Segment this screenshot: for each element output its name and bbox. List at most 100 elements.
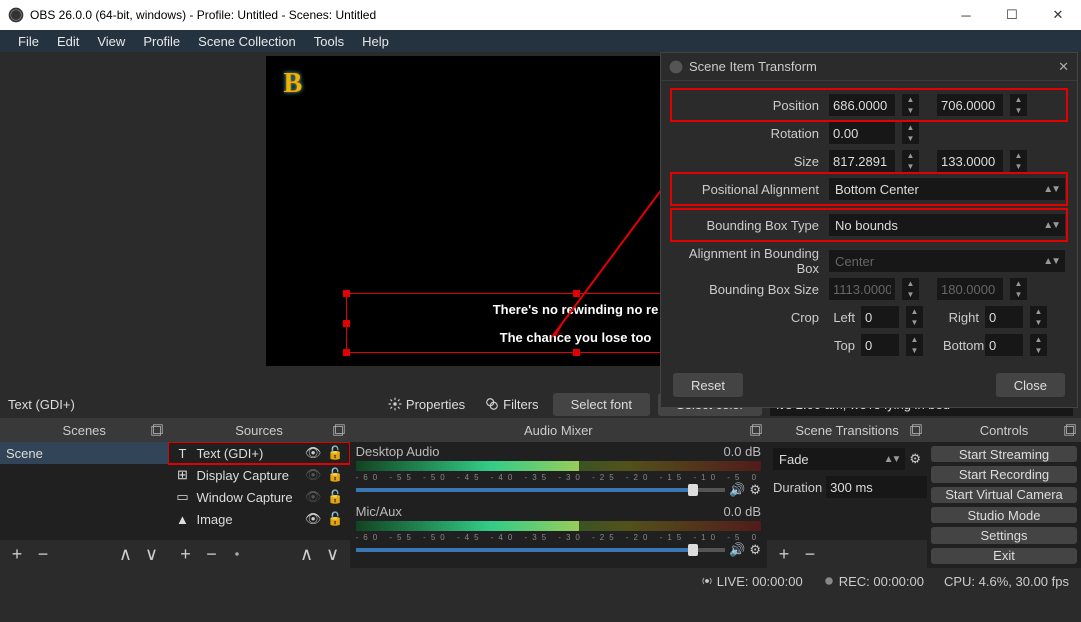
gear-icon[interactable]: ⚙ [749, 482, 761, 498]
undock-icon[interactable] [749, 423, 763, 437]
dialog-title: Scene Item Transform [689, 59, 817, 74]
gear-icon[interactable]: ⚙ [909, 451, 921, 467]
gear-icon [230, 547, 244, 561]
remove-source-button[interactable]: − [200, 543, 222, 565]
filters-icon [485, 397, 499, 411]
reset-button[interactable]: Reset [673, 373, 743, 397]
audio-mixer-header: Audio Mixer [524, 423, 593, 438]
bb-width-input [829, 278, 895, 300]
lock-icon[interactable]: 🔓 [327, 489, 343, 505]
position-x-input[interactable] [829, 94, 895, 116]
undock-icon[interactable] [1063, 423, 1077, 437]
undock-icon[interactable] [909, 423, 923, 437]
status-bar: LIVE: 00:00:00 REC: 00:00:00 CPU: 4.6%, … [0, 568, 1081, 594]
menu-file[interactable]: File [10, 32, 47, 51]
speaker-icon[interactable]: 🔊 [729, 542, 745, 558]
source-name: Text (GDI+) [196, 446, 263, 461]
select-font-button[interactable]: Select font [553, 393, 650, 416]
control-button-start-streaming[interactable]: Start Streaming [931, 446, 1077, 462]
source-item[interactable]: ⊞Display Capture👁🔓 [168, 464, 349, 486]
crop-top-input[interactable] [861, 334, 899, 356]
positional-alignment-select[interactable]: Bottom Center▲▼ [829, 178, 1065, 200]
bounding-box-type-select[interactable]: No bounds▲▼ [829, 214, 1065, 236]
source-down-button[interactable]: ∨ [322, 543, 344, 565]
bb-alignment-select: Center▲▼ [829, 250, 1065, 272]
source-type-icon: T [174, 445, 190, 461]
bb-size-label: Bounding Box Size [673, 282, 823, 297]
close-button[interactable]: ✕ [1035, 0, 1081, 30]
size-h-input[interactable] [937, 150, 1003, 172]
dialog-close-button[interactable]: ✕ [1058, 59, 1069, 75]
add-scene-button[interactable]: + [6, 543, 28, 565]
lock-icon[interactable]: 🔓 [327, 511, 343, 527]
source-properties-button[interactable] [226, 543, 248, 565]
speaker-icon[interactable]: 🔊 [729, 482, 745, 498]
minimize-button[interactable]: ─ [943, 0, 989, 30]
desktop-volume-slider[interactable] [356, 488, 726, 492]
controls-header: Controls [980, 423, 1028, 438]
crop-right-input[interactable] [985, 306, 1023, 328]
menu-edit[interactable]: Edit [49, 32, 87, 51]
menu-help[interactable]: Help [354, 32, 397, 51]
add-transition-button[interactable]: + [773, 543, 795, 565]
lock-icon[interactable]: 🔓 [327, 445, 343, 461]
transition-select[interactable]: Fade▲▼ [773, 448, 905, 470]
source-type-icon: ▲ [174, 511, 190, 527]
scenes-header: Scenes [63, 423, 106, 438]
position-label: Position [673, 98, 823, 113]
remove-scene-button[interactable]: − [32, 543, 54, 565]
position-y-input[interactable] [937, 94, 1003, 116]
crop-left-input[interactable] [861, 306, 899, 328]
control-button-start-virtual-camera[interactable]: Start Virtual Camera [931, 487, 1077, 503]
undock-icon[interactable] [150, 423, 164, 437]
control-button-start-recording[interactable]: Start Recording [931, 466, 1077, 482]
scene-down-button[interactable]: ∨ [140, 543, 162, 565]
duration-input[interactable] [826, 476, 927, 498]
add-source-button[interactable]: + [174, 543, 196, 565]
control-button-exit[interactable]: Exit [931, 548, 1077, 564]
positional-alignment-label: Positional Alignment [673, 182, 823, 197]
audio-desktop: Desktop Audio0.0 dB -60 -55 -50 -45 -40 … [350, 442, 767, 502]
mic-volume-slider[interactable] [356, 548, 726, 552]
menu-tools[interactable]: Tools [306, 32, 352, 51]
source-up-button[interactable]: ∧ [296, 543, 318, 565]
visibility-icon[interactable]: 👁 [305, 445, 322, 461]
menu-view[interactable]: View [89, 32, 133, 51]
visibility-icon[interactable]: 👁 [305, 467, 322, 483]
crop-bottom-input[interactable] [985, 334, 1023, 356]
size-w-input[interactable] [829, 150, 895, 172]
window-title: OBS 26.0.0 (64-bit, windows) - Profile: … [30, 8, 943, 22]
live-status: LIVE: 00:00:00 [717, 574, 803, 589]
rec-status: REC: 00:00:00 [839, 574, 924, 589]
close-dialog-button[interactable]: Close [996, 373, 1065, 397]
obs-logo-icon [8, 7, 24, 23]
menu-profile[interactable]: Profile [135, 32, 188, 51]
window-titlebar: OBS 26.0.0 (64-bit, windows) - Profile: … [0, 0, 1081, 30]
control-button-studio-mode[interactable]: Studio Mode [931, 507, 1077, 523]
scene-up-button[interactable]: ∧ [114, 543, 136, 565]
desktop-meter [356, 461, 761, 471]
control-button-settings[interactable]: Settings [931, 527, 1077, 543]
properties-button[interactable]: Properties [382, 397, 471, 412]
filters-button[interactable]: Filters [479, 397, 544, 412]
visibility-icon[interactable]: 👁 [305, 511, 322, 527]
menu-scene-collection[interactable]: Scene Collection [190, 32, 304, 51]
source-item[interactable]: ▲ Image 👁 🔓 [168, 508, 349, 530]
logo-overlay: B [284, 68, 303, 100]
rotation-label: Rotation [673, 126, 823, 141]
scene-item[interactable]: Scene [0, 442, 168, 464]
source-item[interactable]: T Text (GDI+) 👁 🔓 [168, 442, 349, 464]
undock-icon[interactable] [332, 423, 346, 437]
source-item[interactable]: ▭Window Capture👁🔓 [168, 486, 349, 508]
visibility-icon[interactable]: 👁 [305, 489, 322, 505]
remove-transition-button[interactable]: − [799, 543, 821, 565]
obs-logo-icon [669, 60, 683, 74]
source-name: Display Capture [196, 468, 289, 483]
gear-icon[interactable]: ⚙ [749, 542, 761, 558]
duration-label: Duration [773, 480, 822, 495]
maximize-button[interactable]: ☐ [989, 0, 1035, 30]
source-name: Image [196, 512, 232, 527]
rotation-input[interactable] [829, 122, 895, 144]
mic-meter [356, 521, 761, 531]
lock-icon[interactable]: 🔓 [327, 467, 343, 483]
